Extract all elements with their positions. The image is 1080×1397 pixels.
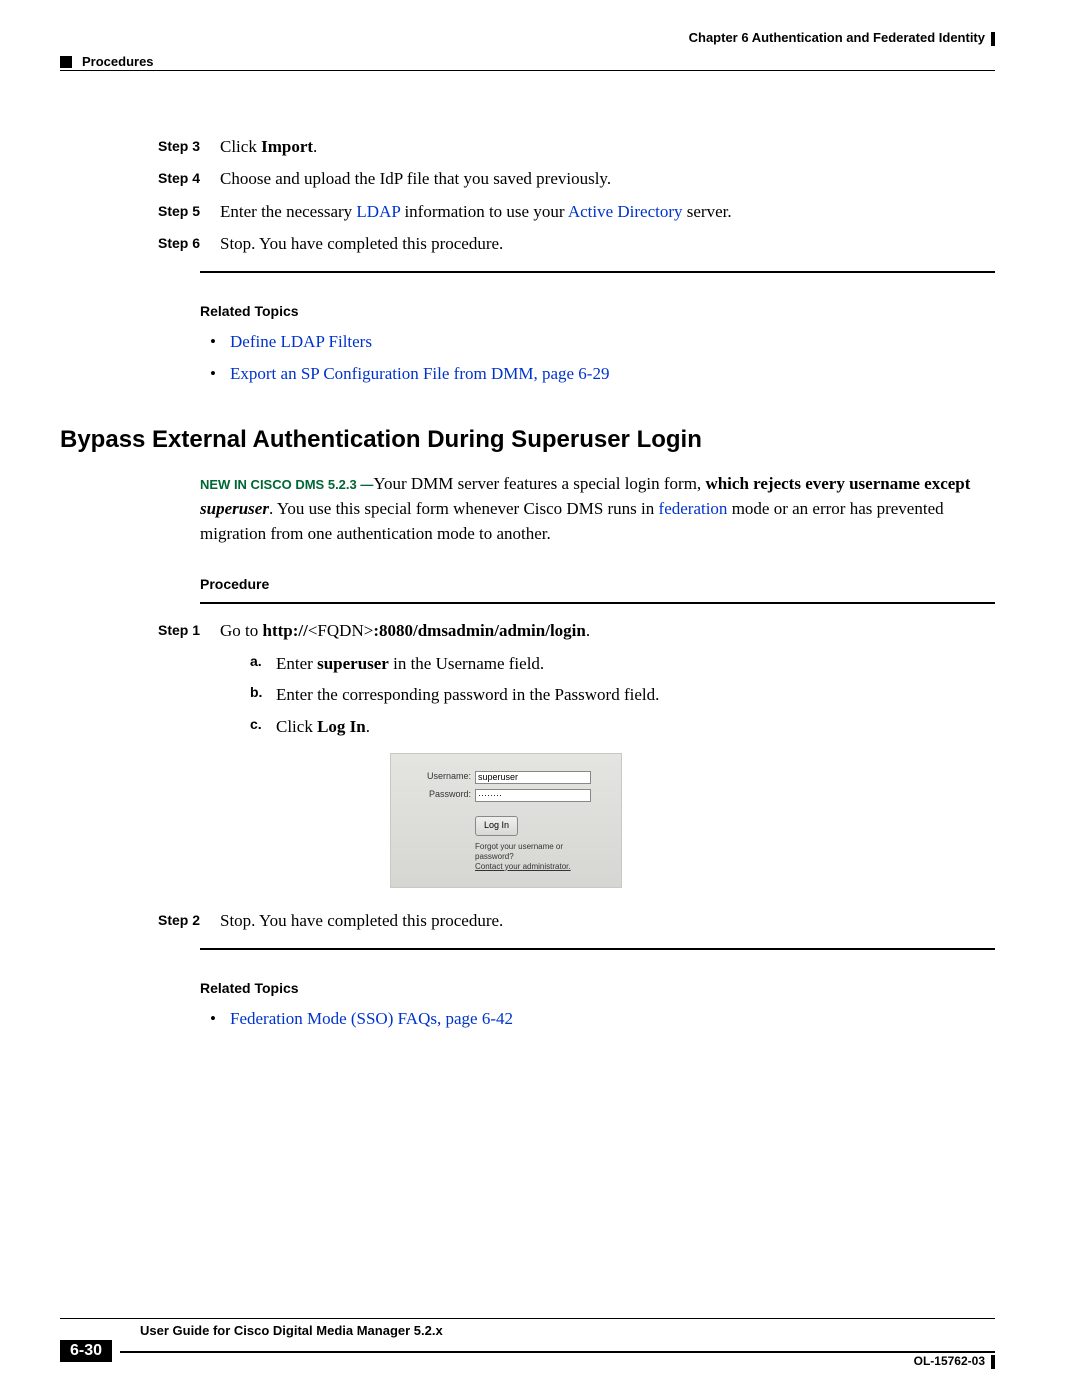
step-body: Go to http://<FQDN>:8080/dmsadmin/admin/… [220, 618, 995, 902]
related-link[interactable]: Export an SP Configuration File from DMM… [230, 364, 609, 383]
substep: c.Click Log In. [250, 714, 995, 740]
footer-doc-title: User Guide for Cisco Digital Media Manag… [140, 1323, 995, 1338]
step-row: Step 4 Choose and upload the IdP file th… [60, 166, 995, 192]
step-label: Step 1 [60, 618, 220, 902]
related-link[interactable]: Federation Mode (SSO) FAQs, page 6-42 [230, 1009, 513, 1028]
related-link[interactable]: Define LDAP Filters [230, 332, 372, 351]
page-footer: User Guide for Cisco Digital Media Manag… [60, 1318, 995, 1362]
substep: b.Enter the corresponding password in th… [250, 682, 995, 708]
password-input: ········ [475, 789, 591, 802]
procedure-heading: Procedure [200, 576, 995, 592]
header-chapter: Chapter 6 Authentication and Federated I… [689, 30, 995, 46]
new-in-tag: NEW IN CISCO DMS 5.2.3 — [200, 477, 373, 492]
step-label: Step 2 [60, 908, 220, 934]
related-topics-heading: Related Topics [200, 303, 995, 319]
step-label: Step 4 [60, 166, 220, 192]
divider [200, 948, 995, 950]
divider [200, 602, 995, 604]
login-help-text: Forgot your username or password? Contac… [475, 842, 591, 871]
step-body: Stop. You have completed this procedure. [220, 908, 995, 934]
step-body: Enter the necessary LDAP information to … [220, 199, 995, 225]
step-label: Step 6 [60, 231, 220, 257]
ldap-link[interactable]: LDAP [356, 202, 400, 221]
substep: a.Enter superuser in the Username field. [250, 651, 995, 677]
login-button: Log In [475, 816, 518, 836]
doc-id: OL-15762-03 [914, 1354, 995, 1369]
step-body: Stop. You have completed this procedure. [220, 231, 995, 257]
step-row: Step 1 Go to http://<FQDN>:8080/dmsadmin… [60, 618, 995, 902]
username-input: superuser [475, 771, 591, 784]
related-topics-heading: Related Topics [200, 980, 995, 996]
step-row: Step 2 Stop. You have completed this pro… [60, 908, 995, 934]
divider [200, 271, 995, 273]
page-number: 6-30 [60, 1340, 112, 1362]
step-label: Step 5 [60, 199, 220, 225]
intro-paragraph: NEW IN CISCO DMS 5.2.3 —Your DMM server … [200, 472, 995, 546]
step-body: Choose and upload the IdP file that you … [220, 166, 995, 192]
step-label: Step 3 [60, 134, 220, 160]
username-label: Username: [421, 770, 475, 784]
step-row: Step 5 Enter the necessary LDAP informat… [60, 199, 995, 225]
step-row: Step 3 Click Import. [60, 134, 995, 160]
section-title: Bypass External Authentication During Su… [60, 426, 995, 454]
related-topics-list: Define LDAP Filters Export an SP Configu… [200, 329, 995, 386]
step-row: Step 6 Stop. You have completed this pro… [60, 231, 995, 257]
active-directory-link[interactable]: Active Directory [568, 202, 683, 221]
step-body: Click Import. [220, 134, 995, 160]
related-topics-list: Federation Mode (SSO) FAQs, page 6-42 [200, 1006, 995, 1032]
password-label: Password: [421, 788, 475, 802]
login-form-screenshot: Username: superuser Password: ········ L… [390, 753, 622, 888]
federation-link[interactable]: federation [659, 499, 728, 518]
page-header: Chapter 6 Authentication and Federated I… [60, 30, 995, 64]
header-section: Procedures [60, 54, 154, 69]
